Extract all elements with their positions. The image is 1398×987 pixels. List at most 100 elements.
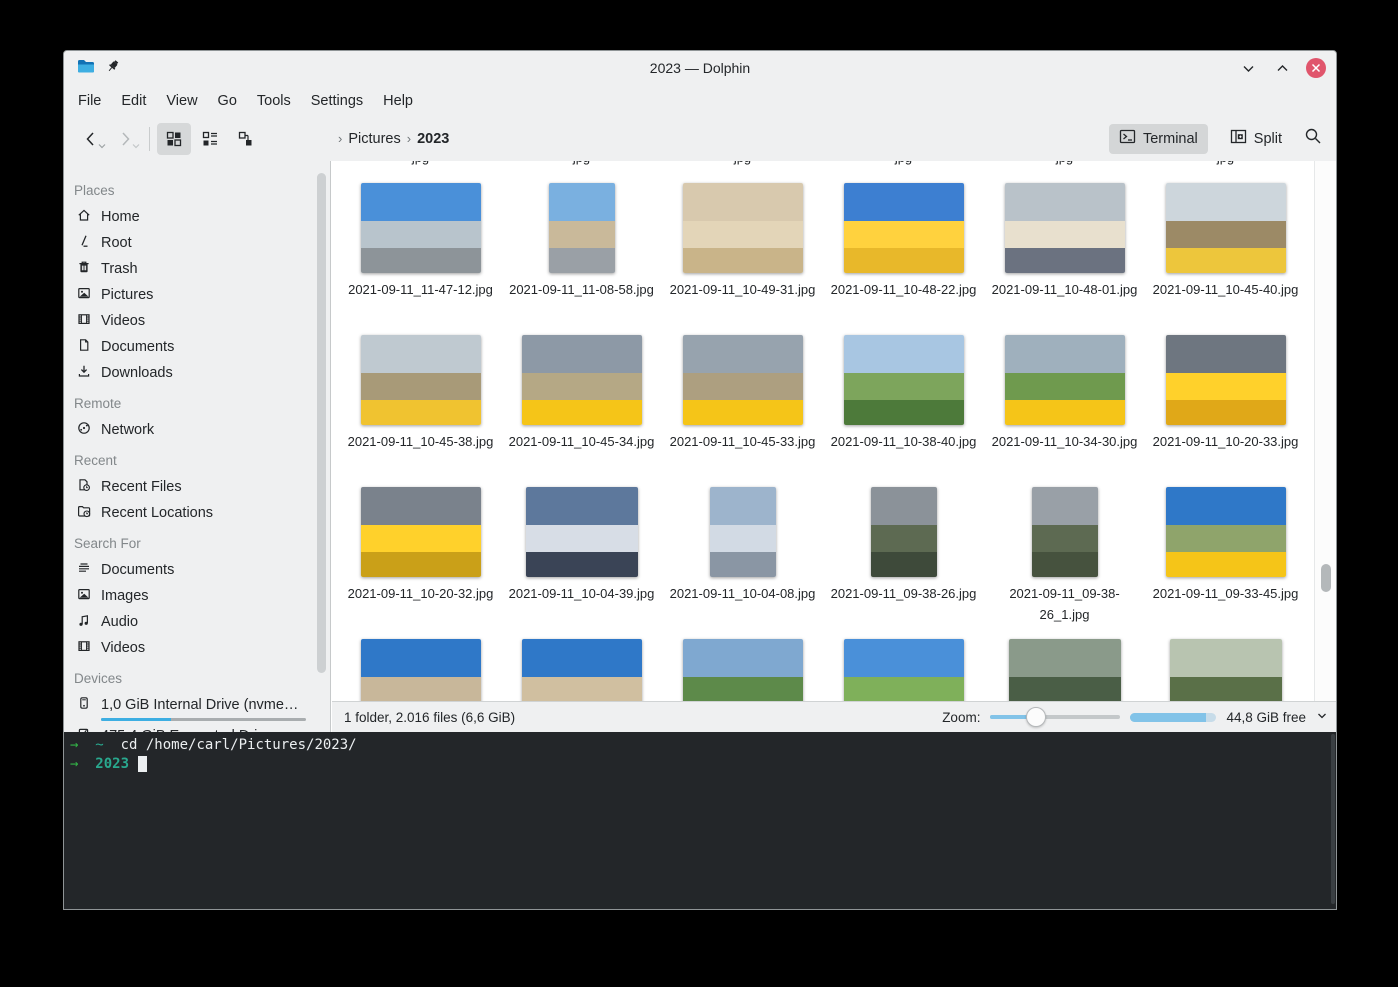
file-item[interactable]: 2021-09-11_10-49-31.jpg — [662, 183, 823, 300]
file-item[interactable]: 2021-09-11_10-34-30.jpg — [984, 335, 1145, 452]
statusbar: 1 folder, 2.016 files (6,6 GiB) Zoom: 44… — [332, 701, 1337, 732]
clipped-filename-fragment: jpg — [340, 161, 501, 167]
search-icon[interactable] — [1304, 127, 1322, 150]
sidebar-item-home[interactable]: Home — [64, 204, 330, 230]
view-scrollbar-handle[interactable] — [1321, 564, 1331, 592]
menu-tools[interactable]: Tools — [247, 89, 301, 113]
file-item[interactable]: 2021-09-11_10-45-34.jpg — [501, 335, 662, 452]
menu-file[interactable]: File — [68, 89, 111, 113]
file-item[interactable]: 2021-09-11_10-45-33.jpg — [662, 335, 823, 452]
file-item[interactable]: 2021-09-11_09-33-45.jpg — [1145, 487, 1306, 604]
file-thumbnail — [1166, 183, 1286, 273]
file-thumbnail — [683, 183, 803, 273]
file-thumbnail — [871, 487, 937, 577]
sidebar-item-images[interactable]: Images — [64, 583, 330, 609]
sidebar-section-search-for: Search For — [64, 526, 330, 557]
image-icon — [76, 586, 92, 606]
file-item[interactable]: 2021-09-11_10-45-40.jpg — [1145, 183, 1306, 300]
file-item[interactable]: 2021-09-11_10-04-08.jpg — [662, 487, 823, 604]
breadcrumb-2023[interactable]: 2023 — [417, 131, 449, 147]
doc-lines-icon — [76, 560, 92, 580]
breadcrumb-pictures[interactable]: Pictures — [348, 131, 400, 147]
file-item[interactable]: 2021-09-11_11-47-12.jpg — [340, 183, 501, 300]
download-icon — [76, 363, 92, 383]
film-icon — [76, 311, 92, 331]
sidebar-item-documents[interactable]: Documents — [64, 557, 330, 583]
sidebar-section-recent: Recent — [64, 443, 330, 474]
file-item[interactable]: 2021-09-11_10-48-22.jpg — [823, 183, 984, 300]
split-icon — [1230, 128, 1247, 149]
sidebar-item-audio[interactable]: Audio — [64, 609, 330, 635]
window-title: 2023 — Dolphin — [64, 60, 1336, 76]
sidebar-item-recent-files[interactable]: Recent Files — [64, 474, 330, 500]
minimize-button[interactable] — [1238, 58, 1258, 78]
sidebar-scrollbar-handle[interactable] — [317, 173, 326, 673]
file-name: 2021-09-11_10-04-39.jpg — [507, 583, 657, 604]
file-name: 2021-09-11_11-47-12.jpg — [346, 279, 496, 300]
file-name: 2021-09-11_10-20-32.jpg — [346, 583, 496, 604]
forward-button[interactable] — [108, 123, 142, 155]
file-item[interactable]: 2021-09-11_10-38-40.jpg — [823, 335, 984, 452]
file-name: 2021-09-11_10-48-01.jpg — [990, 279, 1140, 300]
menu-edit[interactable]: Edit — [111, 89, 156, 113]
terminal-panel[interactable]: → ~ cd /home/carl/Pictures/2023/→ 2023 — [64, 732, 1337, 910]
music-icon — [76, 612, 92, 632]
titlebar[interactable]: 2023 — Dolphin — [64, 51, 1336, 85]
file-view[interactable]: jpgjpgjpgjpgjpgjpg2021-09-11_11-47-12.jp… — [331, 161, 1337, 732]
sidebar-item-475-4-gib-encrypted-drive[interactable]: 475.4 GiB Encrypted Drive — [64, 723, 330, 732]
menu-settings[interactable]: Settings — [301, 89, 373, 113]
compact-view-button[interactable] — [229, 123, 263, 155]
file-item[interactable]: 2021-09-11_10-20-32.jpg — [340, 487, 501, 604]
sidebar-item-videos[interactable]: Videos — [64, 635, 330, 661]
file-item[interactable]: 2021-09-11_11-08-58.jpg — [501, 183, 662, 300]
sidebar-item-trash[interactable]: Trash — [64, 256, 330, 282]
menu-view[interactable]: View — [156, 89, 207, 113]
zoom-slider-handle[interactable] — [1026, 707, 1046, 727]
file-thumbnail — [1032, 487, 1098, 577]
file-thumbnail — [361, 183, 481, 273]
pin-icon[interactable] — [105, 58, 121, 79]
menu-go[interactable]: Go — [208, 89, 247, 113]
sidebar-item-1-0-gib-internal-drive-nvme[interactable]: 1,0 GiB Internal Drive (nvme… — [64, 692, 330, 718]
terminal-cursor — [138, 756, 147, 772]
sidebar-section-remote: Remote — [64, 386, 330, 417]
sidebar-item-root[interactable]: Root — [64, 230, 330, 256]
file-item[interactable]: 2021-09-11_10-20-33.jpg — [1145, 335, 1306, 452]
sidebar-item-recent-locations[interactable]: Recent Locations — [64, 500, 330, 526]
document-icon — [76, 337, 92, 357]
split-view-button[interactable]: Split — [1220, 124, 1292, 154]
chevron-down-icon[interactable] — [1316, 710, 1328, 725]
sidebar-item-documents[interactable]: Documents — [64, 334, 330, 360]
menubar: FileEditViewGoToolsSettingsHelp — [64, 85, 1336, 116]
split-button-label: Split — [1254, 131, 1282, 147]
zoom-slider[interactable] — [990, 707, 1120, 727]
network-icon — [76, 420, 92, 440]
menu-help[interactable]: Help — [373, 89, 423, 113]
file-item[interactable]: 2021-09-11_10-45-38.jpg — [340, 335, 501, 452]
file-item[interactable]: 2021-09-11_09-38-26.jpg — [823, 487, 984, 604]
file-item[interactable]: 2021-09-11_10-48-01.jpg — [984, 183, 1145, 300]
terminal-button-label: Terminal — [1143, 131, 1198, 147]
file-thumbnail — [1005, 183, 1125, 273]
terminal-scrollbar[interactable] — [1331, 734, 1335, 904]
terminal-toggle-button[interactable]: Terminal — [1109, 124, 1208, 154]
details-view-button[interactable] — [193, 123, 227, 155]
sidebar-item-videos[interactable]: Videos — [64, 308, 330, 334]
file-item[interactable]: 2021-09-11_09-38-26_1.jpg — [984, 487, 1145, 625]
sidebar-section-places: Places — [64, 173, 330, 204]
sidebar-item-network[interactable]: Network — [64, 417, 330, 443]
sidebar-item-downloads[interactable]: Downloads — [64, 360, 330, 386]
free-space-label: 44,8 GiB free — [1226, 710, 1306, 725]
terminal-icon — [1119, 128, 1136, 149]
close-button[interactable] — [1306, 58, 1326, 78]
maximize-button[interactable] — [1272, 58, 1292, 78]
file-name: 2021-09-11_10-38-40.jpg — [829, 431, 979, 452]
view-scrollbar[interactable] — [1314, 161, 1337, 732]
icons-view-button[interactable] — [157, 123, 191, 155]
sidebar-item-pictures[interactable]: Pictures — [64, 282, 330, 308]
status-summary: 1 folder, 2.016 files (6,6 GiB) — [332, 710, 515, 725]
file-item[interactable]: 2021-09-11_10-04-39.jpg — [501, 487, 662, 604]
drive-icon — [76, 695, 92, 715]
back-button[interactable] — [74, 123, 108, 155]
places-panel: PlacesHomeRootTrashPicturesVideosDocumen… — [64, 161, 331, 732]
